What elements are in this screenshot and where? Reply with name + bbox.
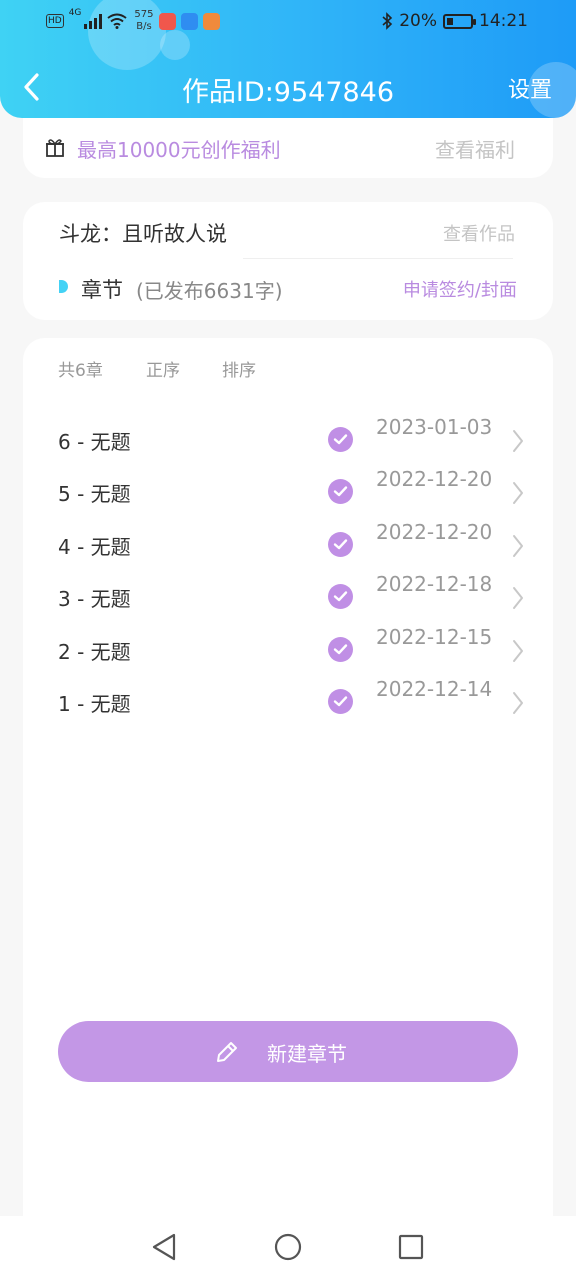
chapter-list-card: 共6章 正序 排序 6 - 无题 2023-01-03 5 - 无题 2022-12-… [23, 338, 553, 1238]
published-check-icon [328, 427, 353, 452]
pencil-icon [217, 1042, 237, 1062]
square-recents-icon [398, 1234, 424, 1260]
new-chapter-button[interactable]: 新建章节 [58, 1021, 518, 1082]
apply-sign-cover-link[interactable]: 申请签约/封面 [403, 276, 517, 302]
hd-badge: HD [46, 14, 64, 28]
circle-home-icon [274, 1233, 302, 1261]
app-header: HD 4G 575 B/s 20% 14:21 作品ID:9547846 设置 [0, 0, 576, 118]
work-title: 斗龙：且听故人说 [59, 222, 227, 246]
cloud-app-icon [180, 12, 198, 30]
chapter-summary: (已发布6631字) [136, 279, 283, 303]
order-toggle[interactable]: 正序 [146, 356, 222, 381]
chapter-date: 2023-01-03 [376, 415, 493, 439]
chapter-date: 2022-12-15 [376, 624, 493, 649]
view-work-link[interactable]: 查看作品 [443, 220, 515, 246]
settings-button[interactable]: 设置 [508, 72, 552, 104]
page-title: 作品ID:9547846 [181, 77, 395, 108]
wifi-icon [107, 13, 128, 29]
nav-back-button[interactable] [150, 1232, 178, 1266]
clock: 14:21 [479, 11, 528, 31]
network-speed: 575 B/s [134, 9, 153, 33]
published-check-icon [328, 531, 353, 557]
chapter-label: 章节 [81, 278, 123, 302]
battery-icon [443, 13, 476, 29]
new-chapter-label: 新建章节 [267, 1042, 347, 1066]
divider [243, 258, 513, 259]
gift-icon [46, 139, 64, 157]
work-info-card: 斗龙：且听故人说 查看作品 章节 (已发布6631字) 申请签约/封面 [23, 202, 553, 320]
chevron-right-icon [513, 639, 523, 662]
chapter-row[interactable]: 4 - 无题 2022-12-20 [23, 519, 553, 571]
chapter-toolbar: 共6章 正序 排序 [58, 356, 256, 381]
chapter-date: 2022-12-18 [376, 572, 493, 597]
chapter-row[interactable]: 1 - 无题 2022-12-14 [23, 676, 553, 728]
nav-bar: 作品ID:9547846 设置 [0, 60, 576, 114]
sort-button[interactable]: 排序 [222, 356, 256, 381]
chapter-row[interactable]: 2 - 无题 2022-12-15 [23, 624, 553, 676]
system-nav-bar [0, 1216, 576, 1280]
chapter-title: 4 - 无题 [58, 534, 131, 559]
published-check-icon [328, 688, 353, 714]
status-bar: HD 4G 575 B/s 20% 14:21 [0, 0, 576, 42]
chapter-title: 1 - 无题 [58, 691, 131, 716]
chevron-right-icon [513, 430, 523, 452]
published-check-icon [328, 584, 353, 610]
video-app-icon [202, 12, 220, 30]
chapter-list: 6 - 无题 2023-01-03 5 - 无题 2022-12-20 4 - 无题 20… [23, 414, 553, 728]
bluetooth-icon [382, 12, 393, 30]
speed-value: 575 [134, 9, 154, 20]
speed-unit: B/s [136, 21, 152, 32]
network-type: 4G [68, 8, 82, 18]
chapter-title: 6 - 无题 [58, 430, 131, 454]
chevron-right-icon [513, 691, 523, 714]
chapter-row[interactable]: 6 - 无题 2023-01-03 [23, 414, 553, 466]
status-right: 20% 14:21 [381, 8, 528, 34]
status-left: HD 4G 575 B/s [46, 8, 220, 34]
app-notification-icon [158, 12, 176, 30]
welfare-card: 最高10000元创作福利 查看福利 [23, 118, 553, 178]
nav-recents-button[interactable] [396, 1232, 426, 1266]
battery-percent: 20% [399, 11, 437, 31]
chapter-marker [59, 280, 68, 293]
chapter-date: 2022-12-20 [376, 467, 493, 492]
signal-icon [84, 13, 103, 29]
chapter-date: 2022-12-14 [376, 676, 493, 701]
nav-home-button[interactable] [273, 1232, 303, 1266]
welfare-text: 最高10000元创作福利 [77, 138, 281, 162]
chevron-right-icon [513, 587, 523, 610]
chevron-right-icon [513, 482, 523, 505]
view-welfare-link[interactable]: 查看福利 [435, 134, 515, 163]
chapter-title: 3 - 无题 [58, 587, 131, 612]
chevron-right-icon [513, 534, 523, 557]
chapter-date: 2022-12-20 [376, 519, 493, 544]
chapter-title: 2 - 无题 [58, 639, 131, 664]
chapter-title: 5 - 无题 [58, 482, 131, 507]
published-check-icon [328, 479, 353, 505]
chapter-row[interactable]: 3 - 无题 2022-12-18 [23, 571, 553, 623]
triangle-back-icon [152, 1233, 176, 1261]
chapter-row[interactable]: 5 - 无题 2022-12-20 [23, 466, 553, 518]
published-check-icon [328, 636, 353, 662]
chapter-count: 共6章 [58, 361, 103, 381]
